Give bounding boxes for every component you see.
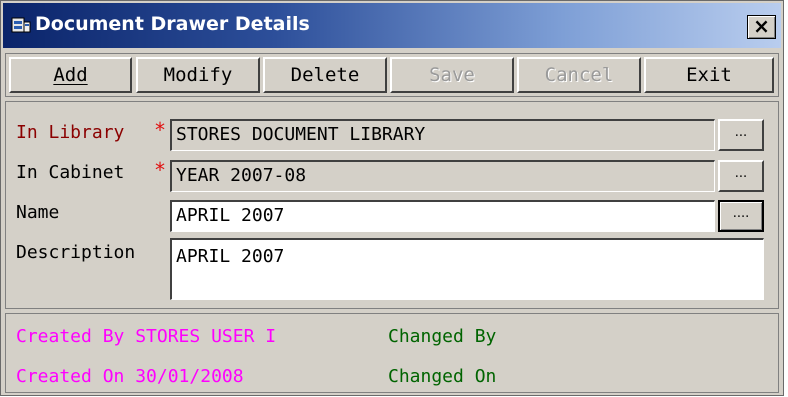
changed-on-text: Changed On	[388, 366, 497, 387]
name-field[interactable]: APRIL 2007	[170, 200, 715, 232]
cancel-button[interactable]: Cancel	[517, 57, 641, 93]
close-icon: ×	[753, 14, 770, 38]
title-bar[interactable]: Document Drawer Details ×	[3, 3, 781, 48]
close-button[interactable]: ×	[747, 15, 776, 39]
details-form: In Library * STORES DOCUMENT LIBRARY ...…	[5, 101, 779, 309]
cancel-button-label: Cancel	[544, 64, 614, 86]
library-field[interactable]: STORES DOCUMENT LIBRARY	[170, 119, 715, 151]
cabinet-required-mark: *	[154, 158, 167, 182]
name-browse-button[interactable]: ....	[718, 200, 764, 232]
modify-button[interactable]: Modify	[136, 57, 260, 93]
exit-button-label: Exit	[686, 64, 732, 86]
description-label: Description	[16, 242, 136, 263]
name-label: Name	[16, 202, 60, 223]
delete-button-label: Delete	[290, 64, 360, 86]
cabinet-field[interactable]: YEAR 2007-08	[170, 160, 715, 192]
exit-button[interactable]: Exit	[644, 57, 774, 93]
drawer-icon	[11, 17, 31, 33]
add-button[interactable]: Add	[9, 57, 132, 93]
window-title: Document Drawer Details	[35, 13, 310, 35]
library-label: In Library	[16, 122, 125, 143]
library-required-mark: *	[154, 118, 167, 142]
modify-button-label: Modify	[163, 64, 233, 86]
description-field[interactable]: APRIL 2007	[170, 238, 764, 300]
save-button[interactable]: Save	[390, 57, 514, 93]
document-drawer-window: Document Drawer Details × Add Modify Del…	[0, 0, 784, 396]
library-browse-button[interactable]: ...	[718, 119, 764, 151]
created-on-text: Created On 30/01/2008	[16, 366, 244, 387]
cabinet-browse-button[interactable]: ...	[718, 160, 764, 192]
toolbar: Add Modify Delete Save Cancel Exit	[5, 53, 779, 97]
audit-status-panel: Created By STORES USER I Changed By Crea…	[5, 313, 779, 393]
changed-by-text: Changed By	[388, 326, 497, 347]
delete-button[interactable]: Delete	[263, 57, 387, 93]
add-button-label: Add	[53, 64, 88, 86]
save-button-label: Save	[429, 64, 475, 86]
cabinet-label: In Cabinet	[16, 162, 125, 183]
created-by-text: Created By STORES USER I	[16, 326, 277, 347]
